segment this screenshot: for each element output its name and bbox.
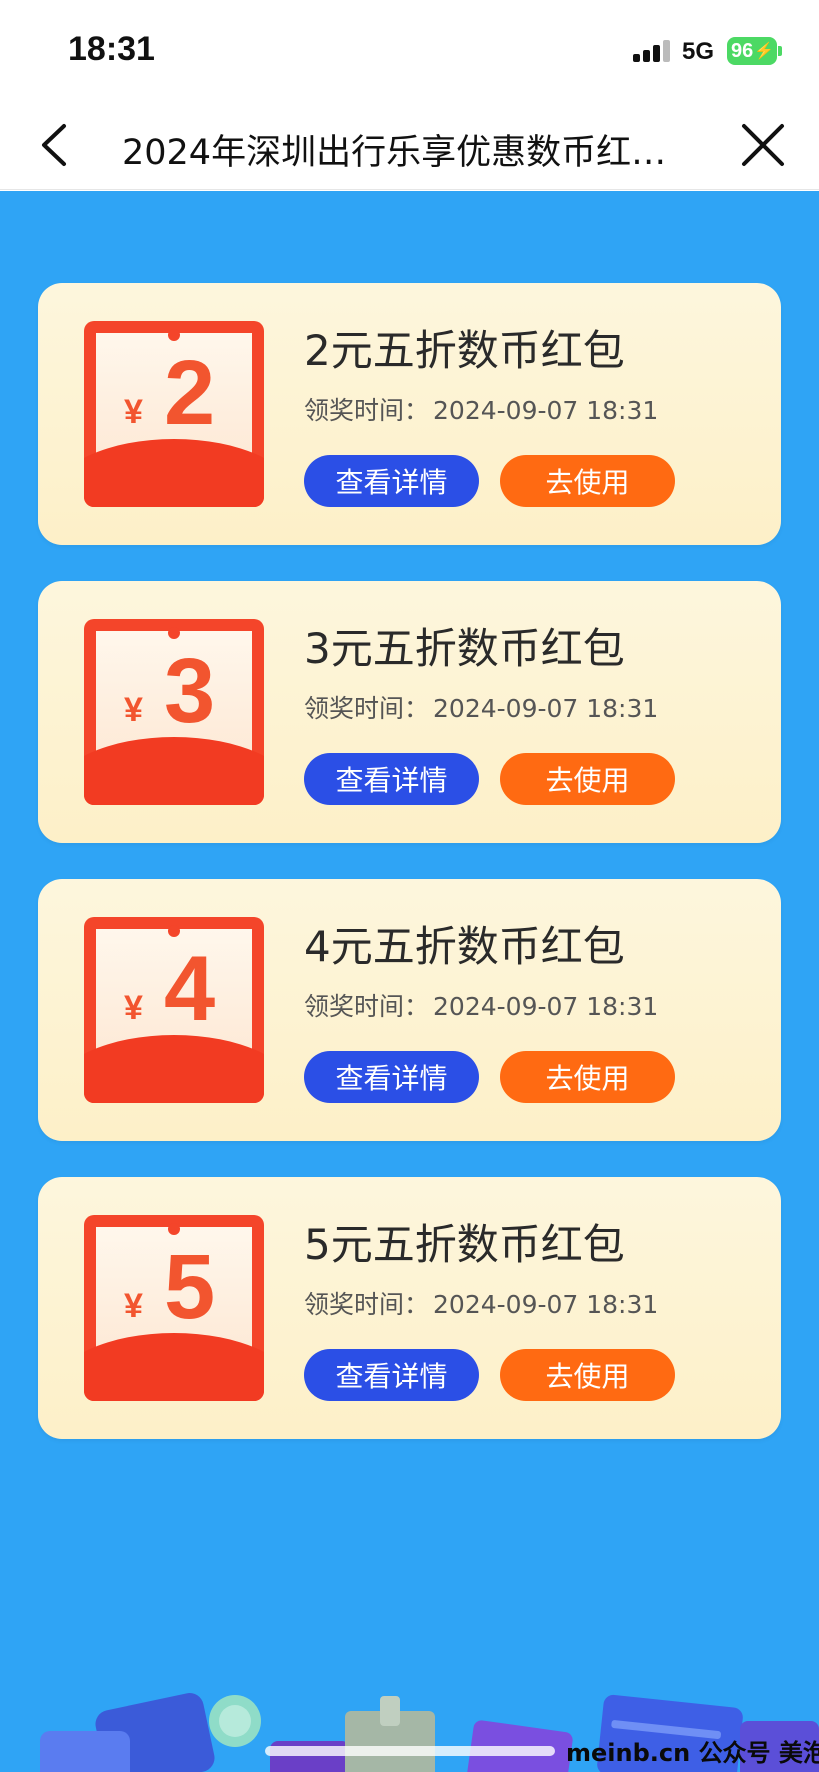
claim-time: 领奖时间： 2024-09-07 18:31 xyxy=(304,1285,658,1321)
packet-amount: 4 xyxy=(164,938,216,1040)
battery-cap xyxy=(778,46,782,56)
currency-symbol: ¥ xyxy=(124,691,143,729)
claim-time-label: 领奖时间： xyxy=(304,396,430,425)
use-button[interactable]: 去使用 xyxy=(500,1051,675,1103)
main-content: ¥ 2 2元五折数币红包 领奖时间： 2024-09-07 18:31 查看详情 … xyxy=(0,191,819,1772)
status-time: 18:31 xyxy=(68,30,155,68)
packet-amount: 2 xyxy=(164,342,216,444)
signal-icon xyxy=(633,40,671,62)
claim-time: 领奖时间： 2024-09-07 18:31 xyxy=(304,987,658,1023)
red-envelope-icon: ¥ 2 xyxy=(84,321,264,507)
packet-title: 3元五折数币红包 xyxy=(304,624,625,673)
home-indicator[interactable] xyxy=(265,1746,555,1756)
status-bar: 18:31 5G 96 ⚡ xyxy=(0,0,819,100)
packet-title: 4元五折数币红包 xyxy=(304,922,625,971)
claim-time-value: 2024-09-07 18:31 xyxy=(433,992,659,1021)
packet-title: 2元五折数币红包 xyxy=(304,326,625,375)
close-icon xyxy=(742,124,784,166)
claim-time-label: 领奖时间： xyxy=(304,1290,430,1319)
red-envelope-icon: ¥ 3 xyxy=(84,619,264,805)
battery-level: 96 xyxy=(731,39,754,62)
packet-amount: 3 xyxy=(164,640,216,742)
back-button[interactable] xyxy=(36,122,76,168)
use-button[interactable]: 去使用 xyxy=(500,753,675,805)
red-envelope-icon: ¥ 4 xyxy=(84,917,264,1103)
watermark: meinb.cn 公众号 美泡君 xyxy=(566,1739,819,1767)
packet-amount: 5 xyxy=(164,1236,216,1338)
claim-time: 领奖时间： 2024-09-07 18:31 xyxy=(304,689,658,725)
currency-symbol: ¥ xyxy=(124,393,143,431)
red-packet-card: ¥ 4 4元五折数币红包 领奖时间： 2024-09-07 18:31 查看详情 … xyxy=(38,879,781,1141)
currency-symbol: ¥ xyxy=(124,1287,143,1325)
view-details-button[interactable]: 查看详情 xyxy=(304,1349,479,1401)
currency-symbol: ¥ xyxy=(124,989,143,1027)
claim-time-label: 领奖时间： xyxy=(304,992,430,1021)
chevron-left-icon xyxy=(42,124,66,166)
use-button[interactable]: 去使用 xyxy=(500,1349,675,1401)
view-details-button[interactable]: 查看详情 xyxy=(304,455,479,507)
use-button[interactable]: 去使用 xyxy=(500,455,675,507)
decorative-illustration xyxy=(40,1693,819,1772)
charging-icon: ⚡ xyxy=(754,43,775,60)
battery-icon: 96 ⚡ xyxy=(727,37,777,65)
red-packet-card: ¥ 3 3元五折数币红包 领奖时间： 2024-09-07 18:31 查看详情 … xyxy=(38,581,781,843)
close-button[interactable] xyxy=(740,122,786,168)
packet-title: 5元五折数币红包 xyxy=(304,1220,625,1269)
nav-bar: 2024年深圳出行乐享优惠数币红… xyxy=(0,100,819,190)
view-details-button[interactable]: 查看详情 xyxy=(304,753,479,805)
claim-time-label: 领奖时间： xyxy=(304,694,430,723)
claim-time-value: 2024-09-07 18:31 xyxy=(433,396,659,425)
claim-time: 领奖时间： 2024-09-07 18:31 xyxy=(304,391,658,427)
view-details-button[interactable]: 查看详情 xyxy=(304,1051,479,1103)
claim-time-value: 2024-09-07 18:31 xyxy=(433,694,659,723)
red-packet-card: ¥ 5 5元五折数币红包 领奖时间： 2024-09-07 18:31 查看详情 … xyxy=(38,1177,781,1439)
network-type: 5G xyxy=(682,38,715,65)
page-title: 2024年深圳出行乐享优惠数币红… xyxy=(122,133,667,173)
red-envelope-icon: ¥ 5 xyxy=(84,1215,264,1401)
claim-time-value: 2024-09-07 18:31 xyxy=(433,1290,659,1319)
red-packet-card: ¥ 2 2元五折数币红包 领奖时间： 2024-09-07 18:31 查看详情 … xyxy=(38,283,781,545)
